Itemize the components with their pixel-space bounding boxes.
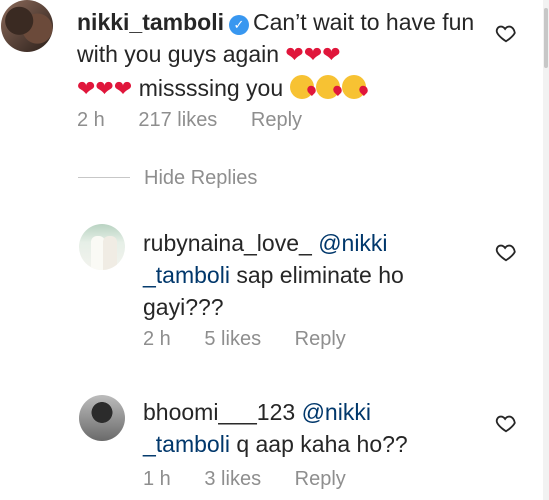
kiss-emoji-icon [341,75,366,99]
reply-likes[interactable]: 5 likes [204,328,261,350]
mention-link[interactable]: _tamboli [143,262,230,288]
divider-line [78,177,130,178]
scrollbar-thumb[interactable] [544,8,548,68]
comment-body: nikki_tamboli ✓ Can’t wait to have fun wit… [77,6,487,106]
reply-meta: 1 h 3 likes Reply [143,467,374,491]
heart-emoji-icon: ❤❤❤ [285,43,341,68]
comment-time: 2 h [77,109,105,131]
avatar[interactable] [79,224,125,270]
comment-meta: 2 h 217 likes Reply [77,108,330,132]
scrollbar[interactable] [543,0,549,500]
comment-username[interactable]: nikki_tamboli [77,9,224,35]
reply-text: sap eliminate ho [236,262,404,288]
avatar[interactable] [1,0,53,52]
reply-text: q aap kaha ho?? [236,431,408,457]
comment-likes[interactable]: 217 likes [138,109,217,131]
heart-emoji-icon: ❤❤❤ [77,77,133,102]
reply-likes[interactable]: 3 likes [204,468,261,490]
reply-meta: 2 h 5 likes Reply [143,327,374,351]
mention-link[interactable]: _tamboli [143,431,230,457]
like-heart-icon[interactable] [495,241,517,263]
reply-text-2: gayi??? [143,294,224,320]
reply-username[interactable]: bhoomi___123 [143,399,295,425]
comment-text-2: missssing you [138,75,284,101]
reply-body: bhoomi___123 @nikki _tamboli q aap kaha … [143,396,483,460]
mention-link[interactable]: @nikki [302,399,371,425]
reply-body: rubynaina_love_ @nikki _tamboli sap elim… [143,227,483,323]
like-heart-icon[interactable] [495,412,517,434]
avatar[interactable] [79,395,125,441]
like-heart-icon[interactable] [495,22,517,44]
kiss-emoji-icon [289,75,314,99]
reply-time: 2 h [143,328,171,350]
reply-button[interactable]: Reply [295,328,346,350]
verified-badge-icon: ✓ [228,15,249,35]
kiss-emoji-icon [315,75,340,99]
reply-username[interactable]: rubynaina_love_ [143,230,312,256]
reply-button[interactable]: Reply [295,468,346,490]
hide-replies-label[interactable]: Hide Replies [144,166,257,190]
reply-button[interactable]: Reply [251,109,302,131]
reply-time: 1 h [143,468,171,490]
mention-link[interactable]: @nikki [318,230,387,256]
